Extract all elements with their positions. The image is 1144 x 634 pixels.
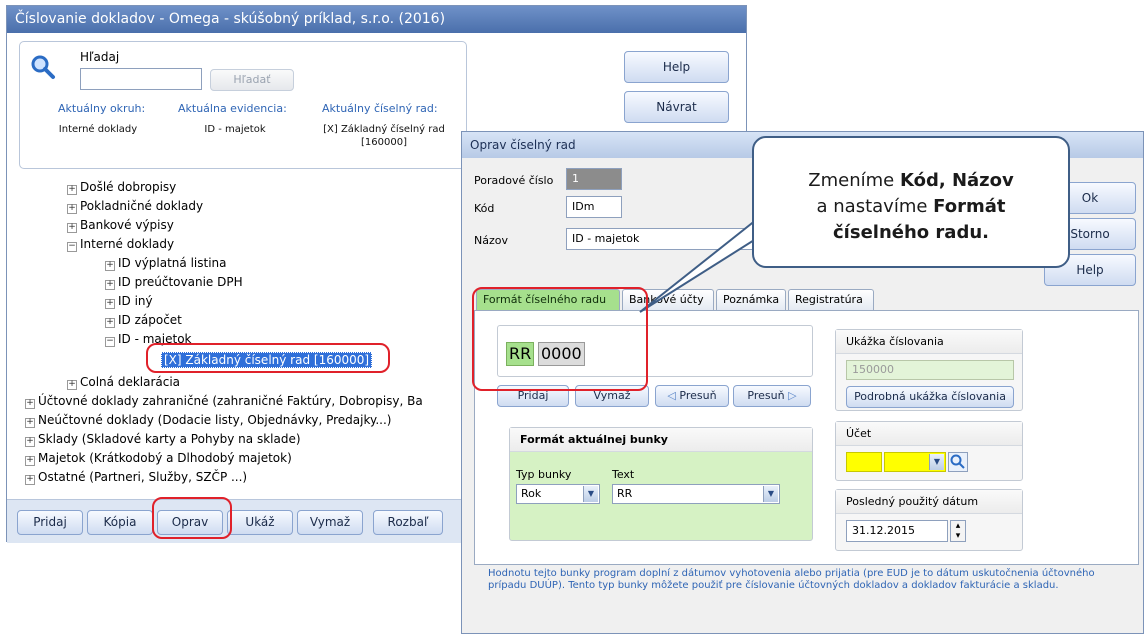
move-left-button[interactable]: ◁ Presuň xyxy=(655,385,729,407)
chevron-down-icon: ▼ xyxy=(583,486,598,502)
detailed-preview-button[interactable]: Podrobná ukážka číslovania xyxy=(846,386,1014,408)
current-series-value-line2: [160000] xyxy=(361,137,407,148)
add-button[interactable]: Pridaj xyxy=(17,510,83,535)
tree-item[interactable]: + Ostatné (Partneri, Služby, SZČP ...) xyxy=(25,470,247,485)
callout-line-1: Zmeníme Kód, Názov xyxy=(808,170,1014,191)
tree-item[interactable]: + ID zápočet xyxy=(105,313,182,328)
tree-item[interactable]: + Colná deklarácia xyxy=(67,375,180,390)
chevron-down-icon: ▼ xyxy=(929,454,944,470)
current-series-value-line1: [X] Základný číselný rad xyxy=(323,124,445,135)
tree-item[interactable]: + Majetok (Krátkodobý a Dlhodobý majetok) xyxy=(25,451,292,466)
magnifier-icon xyxy=(31,55,55,79)
text-label: Text xyxy=(612,468,635,481)
current-cell-format-panel: Formát aktuálnej bunky Typ bunky Rok ▼ Te… xyxy=(509,427,813,541)
last-date-panel: Posledný použitý dátum 31.12.2015 ▴ ▾ xyxy=(835,489,1023,551)
cell-type-label: Typ bunky xyxy=(516,468,572,481)
last-date-field[interactable]: 31.12.2015 xyxy=(846,520,948,542)
tree-item[interactable]: + ID iný xyxy=(105,294,153,309)
numbering-preview-header: Ukážka číslovania xyxy=(836,330,1022,354)
search-input[interactable] xyxy=(80,68,202,90)
search-panel: Hľadaj Hľadať Aktuálny okruh: Interné do… xyxy=(19,41,467,169)
search-button[interactable]: Hľadať xyxy=(210,69,294,91)
help-button[interactable]: Help xyxy=(624,51,729,83)
code-label: Kód xyxy=(474,202,495,215)
copy-button[interactable]: Kópia xyxy=(87,510,153,535)
tree-item[interactable]: + Pokladničné doklady xyxy=(67,199,203,214)
current-area-label: Aktuálny okruh: xyxy=(58,102,146,115)
tree-item[interactable]: − Interné doklady xyxy=(67,237,174,252)
search-label: Hľadaj xyxy=(80,50,120,64)
show-button[interactable]: Ukáž xyxy=(227,510,293,535)
delete-button[interactable]: Vymaž xyxy=(297,510,363,535)
callout-line-3: číselného radu. xyxy=(833,222,989,243)
callout-gap xyxy=(793,244,829,250)
tree-item[interactable]: + Bankové výpisy xyxy=(67,218,174,233)
move-right-button[interactable]: Presuň ▷ xyxy=(733,385,811,407)
highlight-edit-button xyxy=(152,497,232,539)
current-register-label: Aktuálna evidencia: xyxy=(178,102,287,115)
arrow-right-icon: ▷ xyxy=(788,389,797,402)
name-label: Názov xyxy=(474,234,508,247)
cell-type-select[interactable]: Rok ▼ xyxy=(516,484,600,504)
callout-line-2: a nastavíme Formát xyxy=(816,196,1006,217)
tree-item[interactable]: + Došlé dobropisy xyxy=(67,180,176,195)
account-header: Účet xyxy=(836,422,1022,446)
highlight-format-tab xyxy=(472,287,648,391)
account-analytic-select[interactable]: ▼ xyxy=(884,452,946,472)
current-register-value: ID - majetok xyxy=(204,124,266,135)
text-select[interactable]: RR ▼ xyxy=(612,484,780,504)
current-area-value: Interné doklady xyxy=(58,124,138,135)
window-title: Číslovanie dokladov - Omega - skúšobný p… xyxy=(7,6,746,33)
tree-item[interactable]: + Účtovné doklady zahraničné (zahraničné … xyxy=(25,394,423,409)
tab-registry[interactable]: Registratúra xyxy=(788,289,874,311)
tree-item[interactable]: + Sklady (Skladové karty a Pohyby na skla… xyxy=(25,432,301,447)
numbering-preview-field: 150000 xyxy=(846,360,1014,380)
tree-item[interactable]: + Neúčtovné doklady (Dodacie listy, Objed… xyxy=(25,413,392,428)
tree-item[interactable]: + ID výplatná listina xyxy=(105,256,227,271)
current-series-label: Aktuálny číselný rad: xyxy=(322,102,438,115)
tree-item[interactable]: + ID preúčtovanie DPH xyxy=(105,275,243,290)
last-date-header: Posledný použitý dátum xyxy=(836,490,1022,514)
order-number-label: Poradové číslo xyxy=(474,174,554,187)
numbering-preview-panel: Ukážka číslovania 150000 Podrobná ukážka… xyxy=(835,329,1023,411)
numbering-tree: + Došlé dobropisy + Pokladničné doklady + B… xyxy=(19,172,468,496)
cell-help-note: Hodnotu tejto bunky program doplní z dát… xyxy=(488,568,1095,591)
account-panel: Účet ▼ xyxy=(835,421,1023,481)
return-button[interactable]: Návrat xyxy=(624,91,729,123)
expand-button[interactable]: Rozbaľ xyxy=(373,510,443,535)
highlight-selected-series xyxy=(146,343,390,373)
search-icon[interactable] xyxy=(948,452,968,472)
order-number-field: 1 xyxy=(566,168,622,190)
current-cell-format-header: Formát aktuálnej bunky xyxy=(510,428,812,452)
arrow-left-icon: ◁ xyxy=(667,389,676,402)
date-spinner[interactable]: ▴ ▾ xyxy=(950,520,966,542)
account-synthetic-field[interactable] xyxy=(846,452,882,472)
chevron-down-icon: ▼ xyxy=(763,486,778,502)
